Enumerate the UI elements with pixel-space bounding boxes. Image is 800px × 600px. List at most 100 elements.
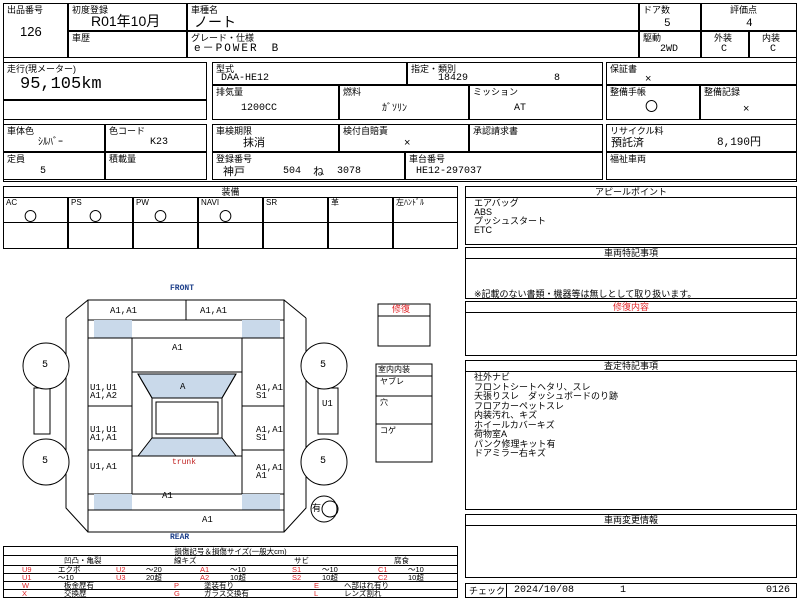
appeal-line: ETC xyxy=(474,225,492,235)
damage-mark: A1,A1 xyxy=(200,306,228,316)
history-cell: 車歴 xyxy=(68,31,187,58)
doors-value: 5 xyxy=(664,18,671,30)
color-cell: 車体色 ｼﾙﾊﾞｰ xyxy=(3,124,105,152)
repair-panel: 修復内容 xyxy=(465,301,797,356)
warranty-cell: 保証書 × xyxy=(606,62,797,85)
legend-header: 凹凸・亀裂 xyxy=(64,556,102,565)
damage-mark: U1,U1 A1,A2 xyxy=(90,383,118,401)
legend-header: 腐食 xyxy=(394,556,409,565)
recheck-cell: 検付自賠責 × xyxy=(339,124,469,152)
interior-value: C xyxy=(770,44,777,55)
trunk-label: trunk xyxy=(172,458,197,467)
spare-tire: 有 xyxy=(312,504,322,514)
legend-entry: レンズ割れ xyxy=(344,589,382,598)
regno-cell: 登録番号 神戸 504 ね 3078 xyxy=(212,152,405,180)
displacement-value: 1200CC xyxy=(241,103,278,114)
fuel-value: ｶﾞｿﾘﾝ xyxy=(382,103,407,114)
repair-box-title: 修復 xyxy=(392,305,411,315)
interior-box-title: 室内内装 xyxy=(378,366,410,375)
exterior-cell: 外装 C xyxy=(701,31,749,58)
legend-entry: L xyxy=(314,589,319,598)
inspection-cell: 車検期限 抹消 xyxy=(212,124,339,152)
mission-cell: ミッション AT xyxy=(469,85,603,120)
damage-mark: A1,A1 S1 xyxy=(256,383,284,401)
maint-cell: 整備記録 × xyxy=(700,85,797,120)
chassis-value: HE12-297037 xyxy=(416,166,483,177)
type-value: DAA-HE12 xyxy=(221,73,270,84)
legend-header: サビ xyxy=(294,556,309,565)
check-code: 0126 xyxy=(766,585,791,596)
equipment-item: NAVI 〇 xyxy=(198,197,263,249)
chassis-cell: 車台番号 HE12-297037 xyxy=(405,152,603,180)
damage-mark: A1,A1 S1 xyxy=(256,425,284,443)
equipment-item: AC 〇 xyxy=(3,197,68,249)
recycle-amount: 8,190円 xyxy=(717,137,762,149)
damage-mark: A xyxy=(180,382,186,392)
drive-cell: 駆動 2WD xyxy=(639,31,701,58)
equipment-item: PS 〇 xyxy=(68,197,133,249)
manual-value: 〇 xyxy=(645,99,659,114)
equipment-item: SR xyxy=(263,197,328,249)
legend-entry: G xyxy=(174,589,180,598)
manual-cell: 整備手帳 〇 xyxy=(606,85,700,120)
vehicle-special-panel: 車両特記事項 ※記載のない書類・機器等は無しとして取り扱います。 xyxy=(465,247,797,299)
designation-cell: 指定・類別 18429 8 xyxy=(407,62,603,85)
equipment-item: 左ﾊﾝﾄﾞﾙ xyxy=(393,197,458,249)
grade-value: e－POWER B xyxy=(194,43,281,55)
recheck-value: × xyxy=(404,137,411,149)
doors-cell: ドア数 5 xyxy=(639,3,701,31)
displacement-cell: 排気量 1200CC xyxy=(212,85,339,120)
damage-mark: U1 xyxy=(322,399,333,409)
damage-mark: U1,A1 xyxy=(90,462,118,472)
tire-rl: 5 xyxy=(42,456,49,467)
damage-mark: A1 xyxy=(162,491,173,501)
model-cell: 車種名 ノート xyxy=(187,3,639,31)
capacity-value: 5 xyxy=(40,166,47,177)
maint-value: × xyxy=(743,103,750,115)
vehicle-special-note: ※記載のない書類・機器等は無しとして取り扱います。 xyxy=(474,289,697,299)
mission-value: AT xyxy=(514,103,527,114)
mileage-sub-cell xyxy=(3,100,207,120)
damage-mark: A1,A1 A1 xyxy=(256,463,284,481)
first-reg-cell: 初度登録 R01年10月 xyxy=(68,3,187,31)
legend-entry: ガラス交換有 xyxy=(204,589,249,598)
model-value: ノート xyxy=(194,14,236,30)
colorcode-value: K23 xyxy=(150,137,169,148)
mileage-value: 95,105km xyxy=(20,75,102,94)
rear-label: REAR xyxy=(170,533,190,542)
exterior-value: C xyxy=(721,44,728,55)
recycle-status: 預託済 xyxy=(611,137,644,149)
check-row: チェック 2024/10/08 1 0126 xyxy=(465,583,797,598)
appeal-panel: アピールポイント エアバッグ ABS プッシュスタート ETC xyxy=(465,186,797,245)
damage-legend: 損傷記号＆損傷サイズ(一般大cm) 凹凸・亀裂 線キズ サビ 腐食 U9 エクボ U2 ～20… xyxy=(3,546,458,598)
damage-mark: A1 xyxy=(172,343,183,353)
load-cell: 積載量 xyxy=(105,152,207,180)
approval-cell: 承認請求書 xyxy=(469,124,603,152)
equipment-item: PW 〇 xyxy=(133,197,198,249)
capacity-cell: 定員 5 xyxy=(3,152,105,180)
tire-fr: 5 xyxy=(320,360,327,371)
car-damage-diagram: FRONT REAR trunk A1,A1 A1,A1 A1 A U1,U1 A1,A2… xyxy=(0,280,460,545)
legend-entry: 交換歴 xyxy=(64,589,87,598)
colorcode-cell: 色コード K23 xyxy=(105,124,207,152)
inspection-note-line: ドアミラー右キズ xyxy=(474,448,546,458)
interior-cell: 内装 C xyxy=(749,31,797,58)
front-label: FRONT xyxy=(170,284,195,293)
tire-fl: 5 xyxy=(42,360,49,371)
type-cell: 型式 DAA-HE12 xyxy=(212,62,407,85)
legend-header: 線キズ xyxy=(174,556,197,565)
mileage-cell: 走行(現メーター) 95,105km xyxy=(3,62,207,100)
damage-mark: U1,U1 A1,A1 xyxy=(90,425,118,443)
inspection-value: 抹消 xyxy=(243,137,265,149)
check-date: 2024/10/08 xyxy=(514,585,575,596)
warranty-value: × xyxy=(645,73,652,85)
recycle-cell: リサイクル料 預託済 8,190円 xyxy=(606,124,797,152)
damage-mark: A1,A1 xyxy=(110,306,138,316)
score-cell: 評価点 4 xyxy=(701,3,797,31)
equipment-item: 革 xyxy=(328,197,393,249)
lot-cell: 出品番号 126 xyxy=(3,3,68,58)
inspection-notes-panel: 査定特記事項 社外ナビ フロントシートヘタリ、スレ 天張りスレ ダッシュボードのり跡… xyxy=(465,360,797,510)
first-reg-value: R01年10月 xyxy=(91,13,161,29)
color-value: ｼﾙﾊﾞｰ xyxy=(38,137,63,148)
welfare-cell: 福祉車両 xyxy=(606,152,797,180)
